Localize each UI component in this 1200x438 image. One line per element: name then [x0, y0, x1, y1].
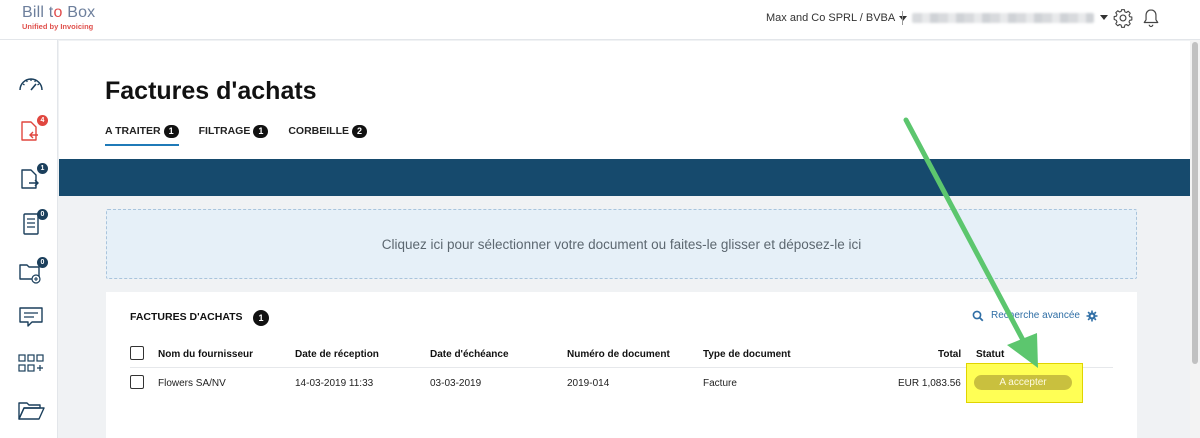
cell-due: 03-03-2019: [430, 378, 482, 389]
user-menu-redacted[interactable]: [912, 13, 1094, 23]
logo-text-left: Bill t: [22, 4, 54, 21]
advanced-search-link[interactable]: Recherche avancée: [972, 310, 1080, 322]
page-scrollbar[interactable]: [1190, 40, 1200, 438]
gear-icon[interactable]: [1113, 8, 1133, 28]
tab-count-badge: 2: [352, 125, 367, 138]
advanced-search-label: Recherche avancée: [991, 310, 1080, 321]
apps-grid-icon[interactable]: [16, 351, 46, 377]
cell-type: Facture: [703, 378, 737, 389]
page-title: Factures d'achats: [105, 77, 317, 105]
scrollbar-thumb[interactable]: [1192, 42, 1198, 364]
bell-icon[interactable]: [1142, 8, 1160, 28]
tab-a-traiter[interactable]: A TRAITER 1: [105, 125, 179, 146]
search-icon: [972, 310, 984, 322]
column-header-type[interactable]: Type de document: [703, 349, 791, 360]
status-badge[interactable]: A accepter: [974, 375, 1072, 390]
dashboard-gauge-icon[interactable]: [16, 70, 46, 96]
row-checkbox[interactable]: [130, 375, 144, 389]
top-bar: Bill to Box Unified by Invoicing Max and…: [0, 0, 1200, 40]
header-banner: [59, 159, 1190, 196]
folder-count-badge: 0: [37, 257, 48, 268]
document-count-badge: 0: [37, 209, 48, 220]
table-title: FACTURES D'ACHATS: [130, 311, 243, 323]
column-header-total[interactable]: Total: [938, 349, 961, 360]
column-header-received[interactable]: Date de réception: [295, 349, 379, 360]
outgoing-count-badge: 1: [37, 163, 48, 174]
message-icon[interactable]: [16, 304, 46, 330]
tab-corbeille[interactable]: CORBEILLE 2: [288, 125, 367, 146]
gear-icon[interactable]: [1086, 310, 1098, 322]
tab-label: FILTRAGE: [198, 125, 251, 137]
page-header: Factures d'achats A TRAITER 1 FILTRAGE 1 C…: [59, 41, 1190, 159]
column-header-status[interactable]: Statut: [976, 349, 1004, 360]
column-header-due[interactable]: Date d'échéance: [430, 349, 509, 360]
table-count-badge: 1: [253, 310, 269, 326]
select-all-checkbox[interactable]: [130, 346, 144, 360]
sidebar: 4 1 0 0: [0, 40, 58, 438]
incoming-count-badge: 4: [37, 115, 48, 126]
tab-label: CORBEILLE: [288, 125, 349, 137]
invoices-table-card: FACTURES D'ACHATS 1 Recherche avancée No…: [106, 292, 1137, 438]
logo-text-right: Box: [62, 4, 96, 21]
tab-count-badge: 1: [253, 125, 269, 138]
cell-received: 14-03-2019 11:33: [295, 378, 374, 389]
app-logo[interactable]: Bill to Box Unified by Invoicing: [22, 5, 95, 31]
cell-supplier[interactable]: Flowers SA/NV: [158, 378, 226, 389]
drop-zone-text: Cliquez ici pour sélectionner votre docu…: [381, 236, 862, 252]
logo-text-o: o: [53, 4, 63, 21]
chevron-down-icon[interactable]: [1100, 15, 1108, 20]
tab-bar: A TRAITER 1 FILTRAGE 1 CORBEILLE 2: [105, 125, 367, 146]
column-header-supplier[interactable]: Nom du fournisseur: [158, 349, 253, 360]
company-name: Max and Co SPRL / BVBA: [766, 12, 896, 24]
company-selector[interactable]: Max and Co SPRL / BVBA: [766, 12, 908, 24]
cell-number: 2019-014: [567, 378, 610, 389]
column-header-number[interactable]: Numéro de document: [567, 349, 670, 360]
cell-total: EUR 1,083.56: [898, 378, 961, 389]
open-folder-icon[interactable]: [16, 397, 46, 423]
file-drop-zone[interactable]: Cliquez ici pour sélectionner votre docu…: [106, 209, 1137, 279]
logo-subtitle: Unified by Invoicing: [22, 22, 94, 31]
tab-filtrage[interactable]: FILTRAGE 1: [199, 125, 269, 146]
tab-count-badge: 1: [163, 125, 179, 138]
tab-label: A TRAITER: [105, 125, 161, 137]
divider: [902, 11, 903, 25]
chevron-down-icon: [899, 15, 908, 21]
